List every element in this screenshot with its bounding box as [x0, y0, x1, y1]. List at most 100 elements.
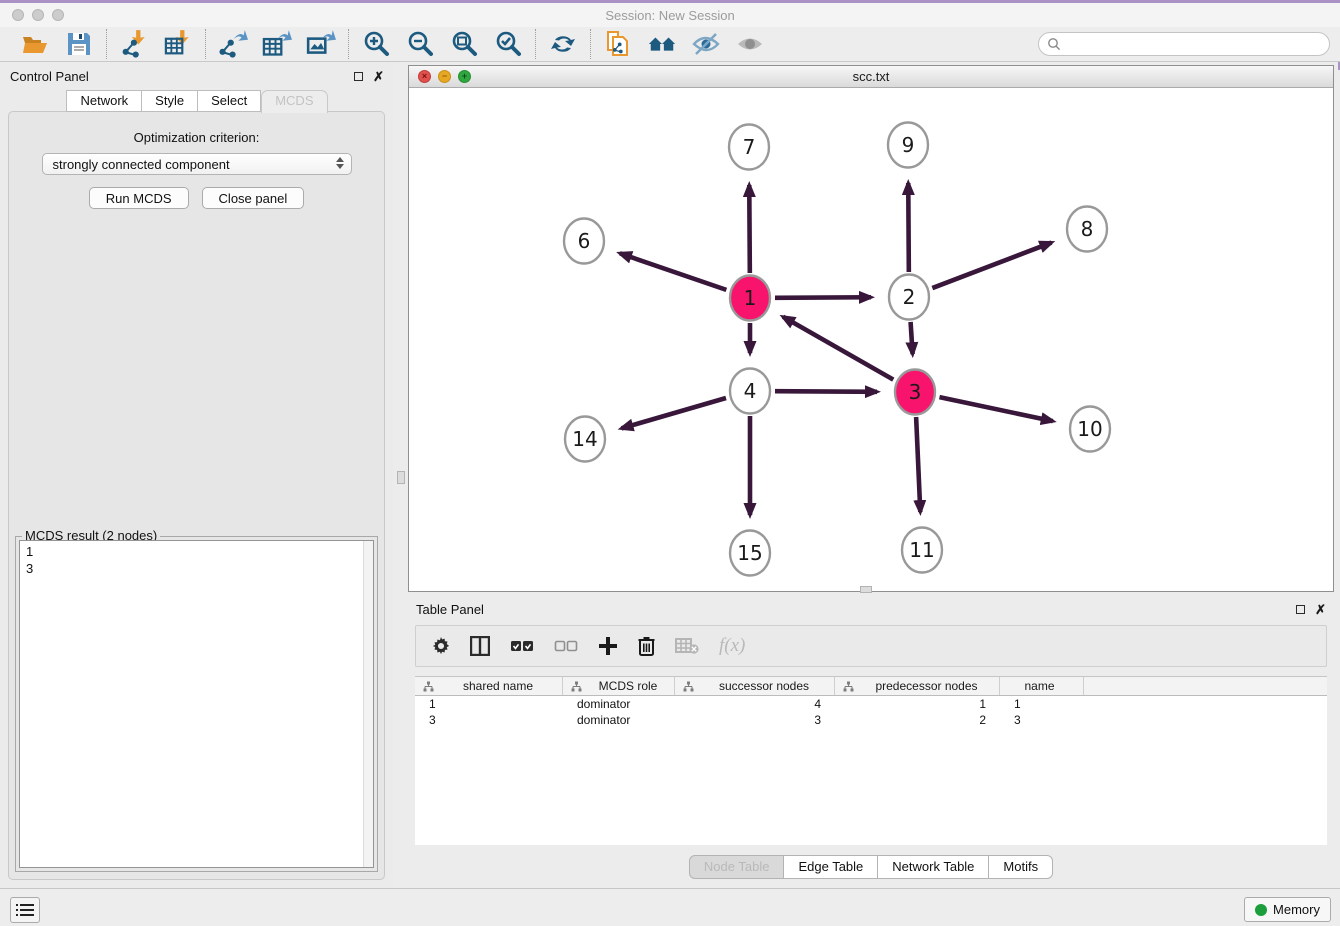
cell-shared-name[interactable]: 1: [415, 696, 563, 712]
zoom-out-button[interactable]: [405, 29, 435, 59]
tab-edge-table[interactable]: Edge Table: [784, 855, 878, 879]
export-image-button[interactable]: [306, 29, 336, 59]
cell-name[interactable]: 3: [1000, 712, 1084, 728]
apply-layout-button[interactable]: [548, 29, 578, 59]
node-6[interactable]: 6: [564, 219, 604, 264]
node-7[interactable]: 7: [729, 125, 769, 170]
duplicate-network-button[interactable]: [603, 29, 633, 59]
float-table-panel-icon[interactable]: [1296, 605, 1305, 614]
edge-1-7[interactable]: [749, 185, 750, 273]
import-network-icon: [119, 29, 149, 59]
edge-4-14[interactable]: [621, 398, 726, 428]
import-network-button[interactable]: [119, 29, 149, 59]
export-table-button[interactable]: [262, 29, 292, 59]
network-graph[interactable]: 7 9 6 8 1 2 4 3 14 10 15 11: [409, 88, 1333, 592]
tab-node-table[interactable]: Node Table: [689, 855, 785, 879]
node-4[interactable]: 4: [730, 369, 770, 414]
criterion-select[interactable]: strongly connected component: [42, 153, 352, 175]
table-row[interactable]: 3dominator323: [415, 712, 1327, 728]
network-canvas[interactable]: 7 9 6 8 1 2 4 3 14 10 15 11: [409, 88, 1333, 591]
close-table-panel-icon[interactable]: ✗: [1315, 605, 1326, 614]
edge-2-8[interactable]: [932, 243, 1051, 289]
column-header-MCDS-role[interactable]: MCDS role: [563, 677, 675, 695]
cell-predecessor-nodes[interactable]: 1: [835, 696, 1000, 712]
edge-1-2[interactable]: [775, 297, 871, 298]
export-table-icon: [262, 29, 292, 59]
export-network-button[interactable]: [218, 29, 248, 59]
tab-motifs[interactable]: Motifs: [989, 855, 1053, 879]
network-view-window: × − + scc.txt 7968124314101511: [408, 65, 1334, 592]
node-9[interactable]: 9: [888, 123, 928, 168]
table-header-row: shared nameMCDS rolesuccessor nodesprede…: [415, 677, 1327, 696]
gear-button[interactable]: [432, 637, 450, 655]
first-neighbors-button[interactable]: [647, 29, 677, 59]
column-header-name[interactable]: name: [1000, 677, 1084, 695]
column-header-predecessor-nodes[interactable]: predecessor nodes: [835, 677, 1000, 695]
show-all-button[interactable]: [735, 29, 765, 59]
delete-table-icon: [675, 637, 699, 655]
zoom-in-button[interactable]: [361, 29, 391, 59]
cell-shared-name[interactable]: 3: [415, 712, 563, 728]
tab-select[interactable]: Select: [198, 90, 261, 112]
open-session-button[interactable]: [20, 29, 50, 59]
tab-mcds[interactable]: MCDS: [261, 90, 327, 113]
select-all-checked-button[interactable]: [510, 639, 534, 653]
node-15[interactable]: 15: [730, 531, 770, 576]
node-3[interactable]: 3: [895, 370, 935, 415]
table-row[interactable]: 1dominator411: [415, 696, 1327, 712]
tab-network-table[interactable]: Network Table: [878, 855, 989, 879]
cell-successor-nodes[interactable]: 3: [675, 712, 835, 728]
run-mcds-button[interactable]: Run MCDS: [89, 187, 189, 209]
tab-style[interactable]: Style: [142, 90, 198, 112]
svg-text:15: 15: [737, 541, 762, 565]
node-14[interactable]: 14: [565, 417, 605, 462]
node-11[interactable]: 11: [902, 528, 942, 573]
delete-column-icon: [638, 636, 655, 656]
search-input[interactable]: [1038, 32, 1330, 56]
float-panel-icon[interactable]: [354, 72, 363, 81]
node-1[interactable]: 1: [730, 276, 770, 321]
column-header-successor-nodes[interactable]: successor nodes: [675, 677, 835, 695]
node-2[interactable]: 2: [889, 275, 929, 320]
select-none-button[interactable]: [554, 639, 578, 653]
delete-column-button[interactable]: [638, 636, 655, 656]
add-column-button[interactable]: [598, 636, 618, 656]
edge-1-6[interactable]: [620, 253, 726, 290]
tab-network[interactable]: Network: [66, 90, 142, 112]
memory-button[interactable]: Memory: [1244, 897, 1331, 922]
node-10[interactable]: 10: [1070, 407, 1110, 452]
close-panel-icon[interactable]: ✗: [373, 72, 384, 81]
column-header-shared-name[interactable]: shared name: [415, 677, 563, 695]
edge-4-3[interactable]: [775, 391, 877, 392]
hide-selected-button[interactable]: [691, 29, 721, 59]
edge-3-1[interactable]: [783, 317, 893, 380]
save-session-button[interactable]: [64, 29, 94, 59]
cell-successor-nodes[interactable]: 4: [675, 696, 835, 712]
close-panel-button[interactable]: Close panel: [202, 187, 305, 209]
import-table-button[interactable]: [163, 29, 193, 59]
control-panel: Control Panel ✗ NetworkStyleSelectMCDS O…: [0, 62, 394, 888]
vertical-splitter-grip[interactable]: [397, 471, 405, 484]
cell-name[interactable]: 1: [1000, 696, 1084, 712]
zoom-selected-button[interactable]: [493, 29, 523, 59]
edge-3-11[interactable]: [916, 417, 920, 512]
task-history-button[interactable]: [10, 897, 40, 923]
result-scrollbar[interactable]: [363, 541, 373, 867]
result-line: 1: [26, 543, 359, 560]
shared-column-icon: [843, 681, 854, 692]
mcds-result-text[interactable]: 13: [19, 540, 374, 868]
node-8[interactable]: 8: [1067, 207, 1107, 252]
edge-2-9[interactable]: [908, 183, 909, 272]
zoom-out-icon: [406, 30, 434, 58]
cell-MCDS-role[interactable]: dominator: [563, 712, 675, 728]
shared-column-icon: [683, 681, 694, 692]
edge-3-10[interactable]: [939, 397, 1052, 421]
export-image-icon: [306, 29, 336, 59]
edge-2-3[interactable]: [911, 322, 913, 354]
cell-MCDS-role[interactable]: dominator: [563, 696, 675, 712]
svg-text:1: 1: [744, 286, 757, 310]
cell-predecessor-nodes[interactable]: 2: [835, 712, 1000, 728]
horizontal-splitter-grip[interactable]: [860, 586, 872, 593]
columns-button[interactable]: [470, 636, 490, 656]
zoom-fit-button[interactable]: [449, 29, 479, 59]
